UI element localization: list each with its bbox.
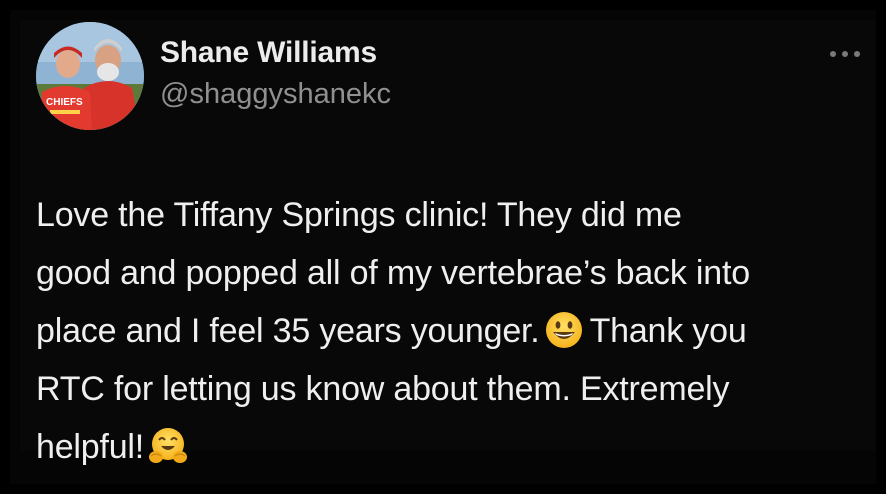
tweet-text-line: RTC for letting us know about them. Extr…	[36, 370, 730, 408]
avatar-photo-icon: CHIEFS	[36, 22, 144, 130]
hugging-face-emoji	[148, 426, 188, 466]
tweet-card[interactable]: CHIEFS Shane Williams @shaggyshanekc Lov…	[20, 20, 876, 466]
screenshot-frame: CHIEFS Shane Williams @shaggyshanekc Lov…	[0, 0, 886, 494]
author-name[interactable]: Shane Williams	[160, 36, 377, 70]
more-horizontal-icon	[830, 51, 860, 57]
tweet-text-line: helpful!	[36, 418, 872, 476]
grinning-face-emoji	[544, 310, 584, 350]
tweet-text-line: Love the Tiffany Springs clinic! They di…	[36, 196, 682, 234]
svg-text:CHIEFS: CHIEFS	[46, 97, 83, 108]
tweet-text-segment: helpful!	[36, 428, 145, 466]
tweet-text-line: good and popped all of my vertebrae’s ba…	[36, 254, 750, 292]
author-avatar[interactable]: CHIEFS	[36, 22, 144, 130]
tweet-text-segment: place and I feel 35 years younger.	[36, 312, 540, 350]
tweet-text-segment: Thank you	[589, 312, 747, 350]
tweet-text-line: place and I feel 35 years younger. Thank…	[36, 302, 872, 360]
author-handle[interactable]: @shaggyshanekc	[160, 78, 391, 111]
more-options-button[interactable]	[822, 42, 868, 66]
tweet-body: Love the Tiffany Springs clinic! They di…	[36, 186, 872, 476]
